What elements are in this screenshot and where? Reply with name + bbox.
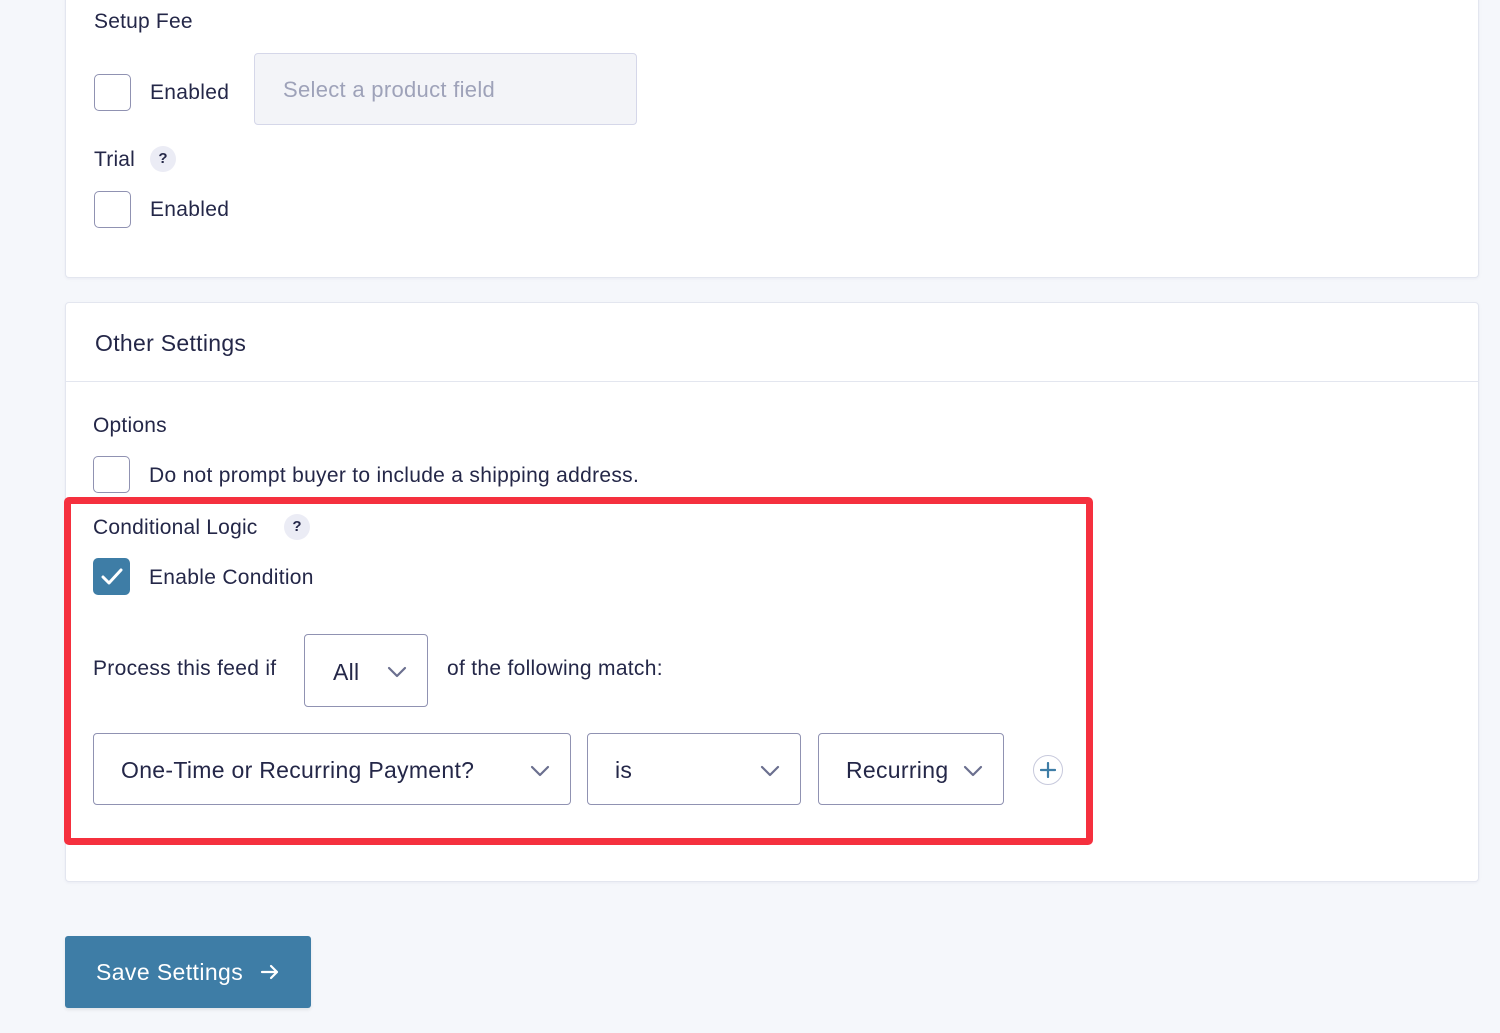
conditional-logic-title: Conditional Logic: [93, 516, 258, 539]
rule-value-value: Recurring: [846, 757, 949, 783]
rule-operator-select[interactable]: is: [587, 733, 801, 805]
chevron-down-icon: [530, 765, 550, 777]
enable-condition-checkbox[interactable]: [93, 558, 130, 595]
save-settings-button[interactable]: Save Settings: [65, 936, 311, 1008]
no-shipping-address-label[interactable]: Do not prompt buyer to include a shippin…: [149, 464, 639, 488]
process-feed-prefix: Process this feed if: [93, 657, 277, 680]
setup-fee-product-field-select[interactable]: Select a product field: [254, 53, 637, 125]
arrow-right-icon: [260, 964, 279, 980]
trial-enabled-label[interactable]: Enabled: [150, 198, 229, 222]
trial-title: Trial: [94, 148, 136, 171]
match-type-value: All: [333, 659, 360, 685]
conditional-logic-help-icon[interactable]: ?: [284, 514, 310, 540]
save-settings-label: Save Settings: [96, 959, 244, 985]
plus-icon: [1040, 762, 1056, 778]
panel-header-divider: [66, 381, 1478, 382]
other-settings-panel: Other Settings Options Do not prompt buy…: [65, 302, 1479, 882]
options-title: Options: [93, 414, 167, 437]
enable-condition-label[interactable]: Enable Condition: [149, 566, 314, 590]
subscription-settings-panel: Setup Fee Enabled Select a product field…: [65, 0, 1479, 278]
trial-help-icon[interactable]: ?: [150, 146, 176, 172]
rule-value-select[interactable]: Recurring: [818, 733, 1004, 805]
chevron-down-icon: [760, 765, 780, 777]
setup-fee-enabled-checkbox[interactable]: [94, 74, 131, 111]
match-type-select[interactable]: All: [304, 634, 428, 707]
chevron-down-icon: [963, 765, 983, 777]
rule-operator-value: is: [615, 757, 633, 783]
setup-fee-enabled-label[interactable]: Enabled: [150, 81, 229, 105]
checkmark-icon: [101, 568, 123, 585]
setup-fee-title: Setup Fee: [94, 10, 193, 33]
rule-field-select[interactable]: One-Time or Recurring Payment?: [93, 733, 571, 805]
process-feed-suffix: of the following match:: [447, 657, 663, 680]
trial-enabled-checkbox[interactable]: [94, 191, 131, 228]
chevron-down-icon: [387, 666, 407, 678]
other-settings-title: Other Settings: [95, 330, 247, 356]
rule-field-value: One-Time or Recurring Payment?: [121, 757, 475, 783]
no-shipping-address-checkbox[interactable]: [93, 456, 130, 493]
add-rule-button[interactable]: [1033, 755, 1063, 785]
